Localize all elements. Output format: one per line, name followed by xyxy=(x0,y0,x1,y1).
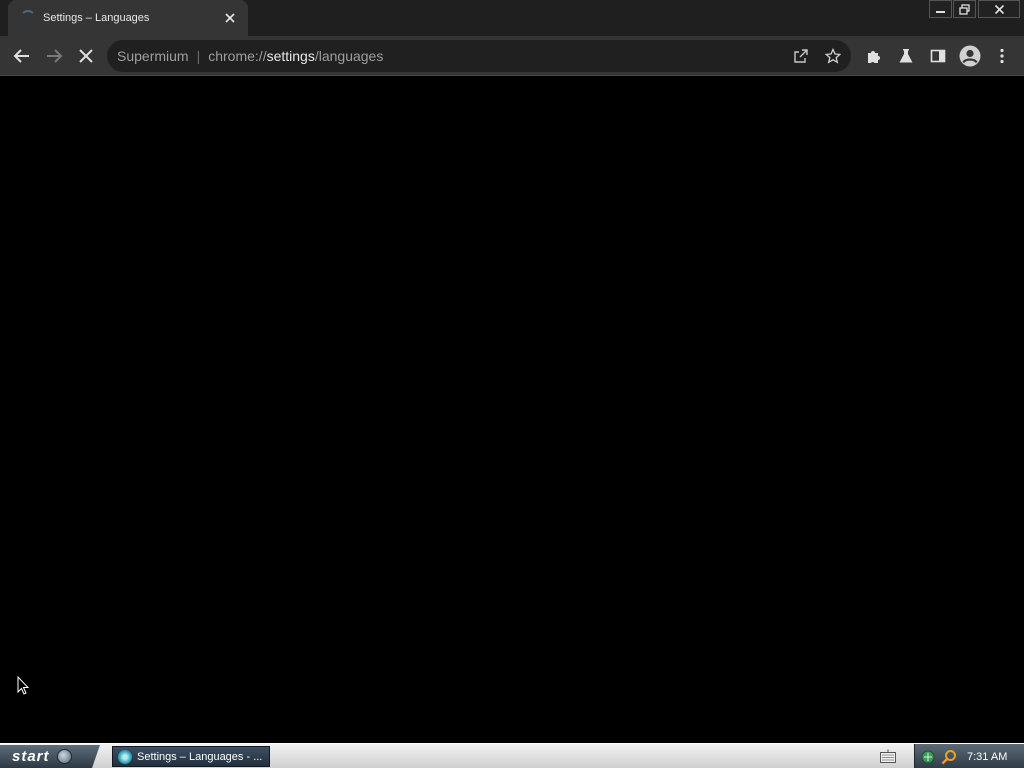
search-icon[interactable] xyxy=(941,749,957,765)
taskbar-window-item[interactable]: Settings – Languages - ... xyxy=(112,746,270,767)
back-button[interactable] xyxy=(10,44,34,68)
stop-button[interactable] xyxy=(74,44,98,68)
page-viewport[interactable] xyxy=(0,77,1024,743)
profile-avatar-icon xyxy=(959,45,981,67)
window-close-button[interactable] xyxy=(978,0,1020,18)
tab-close-button[interactable] xyxy=(222,10,238,26)
desktop-screen: Settings – Languages Supermium | chrome:… xyxy=(0,0,1024,768)
profile-button[interactable] xyxy=(958,44,982,68)
share-icon xyxy=(794,49,808,63)
mouse-cursor-icon xyxy=(17,676,29,695)
browser-titlebar: Settings – Languages xyxy=(0,0,1024,36)
network-icon[interactable] xyxy=(920,749,936,765)
taskbar-clock[interactable]: 7:31 AM xyxy=(967,751,1007,763)
labs-button[interactable] xyxy=(894,44,918,68)
url-host: settings xyxy=(266,48,315,64)
stop-loading-icon xyxy=(79,49,93,63)
minimize-button[interactable] xyxy=(929,0,952,18)
restore-icon xyxy=(959,3,970,15)
side-panel-icon xyxy=(930,49,946,63)
kebab-menu-icon xyxy=(1000,48,1004,64)
close-icon xyxy=(994,4,1004,14)
browser-menu-button[interactable] xyxy=(990,44,1014,68)
extensions-button[interactable] xyxy=(862,44,886,68)
puzzle-extensions-icon xyxy=(868,51,880,63)
bookmark-star-icon xyxy=(825,48,841,64)
bookmark-button[interactable] xyxy=(821,44,845,68)
system-tray: 7:31 AM xyxy=(914,744,1024,768)
close-icon xyxy=(225,13,235,23)
taskbar: start Settings – Languages - ... 7:31 AM xyxy=(0,743,1024,768)
browser-toolbar: Supermium | chrome:// settings /language… xyxy=(0,36,1024,76)
tab-title: Settings – Languages xyxy=(43,12,150,24)
keyboard-icon[interactable] xyxy=(880,749,896,763)
start-orb-icon xyxy=(56,749,72,764)
browser-tab[interactable]: Settings – Languages xyxy=(8,0,248,36)
start-label: start xyxy=(12,748,50,765)
loading-spinner-icon xyxy=(20,10,36,26)
share-button[interactable] xyxy=(789,44,813,68)
start-button[interactable]: start xyxy=(0,745,100,768)
site-chip[interactable]: Supermium xyxy=(117,48,189,64)
forward-button[interactable] xyxy=(42,44,66,68)
arrow-right-icon xyxy=(47,49,63,63)
taskbar-window-label: Settings – Languages - ... xyxy=(137,750,263,763)
url-scheme: chrome:// xyxy=(208,48,267,64)
side-panel-button[interactable] xyxy=(926,44,950,68)
address-bar[interactable]: Supermium | chrome:// settings /language… xyxy=(107,40,851,72)
restore-button[interactable] xyxy=(953,0,976,18)
supermium-app-icon xyxy=(118,749,132,764)
minimize-icon xyxy=(936,10,945,13)
url-path: /languages xyxy=(314,48,384,64)
omnibox-separator: | xyxy=(196,48,201,64)
flask-labs-icon xyxy=(899,49,913,63)
arrow-left-icon xyxy=(13,49,29,63)
